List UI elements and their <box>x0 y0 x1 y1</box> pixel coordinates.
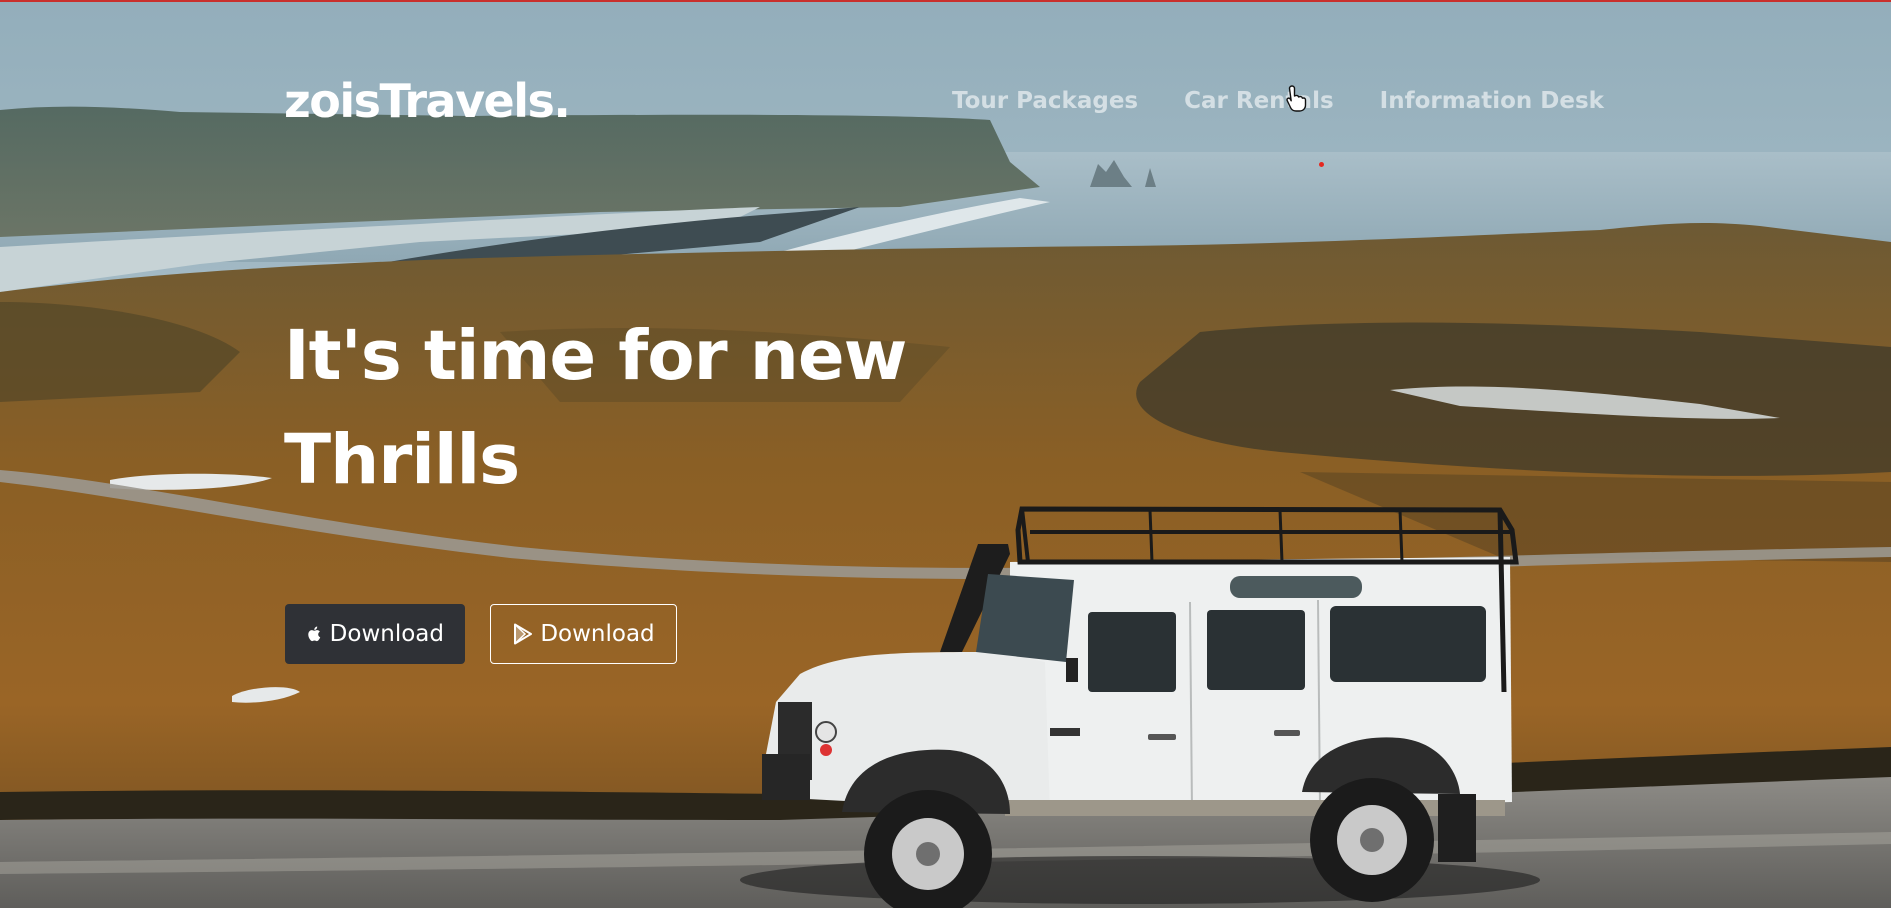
brand-logo[interactable]: zoisTravels. <box>284 74 571 128</box>
hero-headline-line-1: It's time for new <box>284 316 907 396</box>
hero-headline: It's time for new Thrills <box>284 304 1044 512</box>
nav-links: Tour Packages Car Rentals Information De… <box>952 88 1604 114</box>
active-indicator-dot <box>1319 162 1324 167</box>
hand-pointer-cursor-icon <box>1286 85 1307 112</box>
top-navigation: zoisTravels. Tour Packages Car Rentals I… <box>0 2 1891 167</box>
app-store-download-label: Download <box>329 621 444 647</box>
play-store-icon <box>514 623 533 645</box>
hero-section: zoisTravels. Tour Packages Car Rentals I… <box>0 0 1891 908</box>
nav-link-tour-packages[interactable]: Tour Packages <box>952 88 1138 114</box>
download-buttons: Download Download <box>285 604 677 664</box>
play-store-download-label: Download <box>540 621 655 647</box>
play-store-download-button[interactable]: Download <box>490 604 677 664</box>
nav-link-car-rentals[interactable]: Car Rentals <box>1184 88 1334 114</box>
nav-link-information-desk[interactable]: Information Desk <box>1380 88 1604 114</box>
apple-icon <box>308 626 321 642</box>
hero-headline-line-2: Thrills <box>284 420 520 500</box>
app-store-download-button[interactable]: Download <box>285 604 465 664</box>
